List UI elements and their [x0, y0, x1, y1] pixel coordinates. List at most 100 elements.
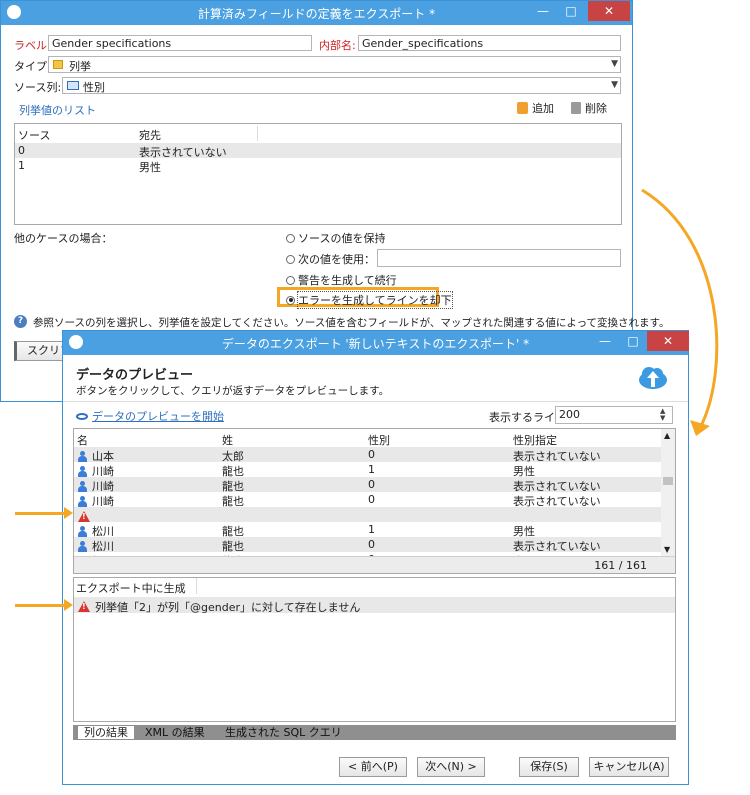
log-panel: エクスポート中に生成され... ! 列挙値「2」が列「@gender」に対して存… [73, 577, 676, 722]
table-header: ソース 宛先 [15, 126, 621, 143]
maximize-icon[interactable]: □ [557, 1, 585, 21]
cancel-button[interactable]: キャンセル(A) [589, 757, 669, 777]
grid-cell: 1 [368, 463, 375, 476]
preview-heading: データのプレビュー [76, 368, 194, 383]
data-export-window: データのエクスポート '新しいテキストのエクスポート' * — □ ✕ データの… [62, 330, 689, 785]
radio-use-value[interactable]: 次の値を使用： [286, 251, 375, 267]
header-divider [257, 126, 258, 141]
radio-keep-source[interactable]: ソースの値を保持 [286, 230, 385, 246]
window-titlebar[interactable]: データのエクスポート '新しいテキストのエクスポート' * — □ ✕ [63, 331, 689, 355]
grid-header: 名 姓 性別 性別指定 [74, 431, 675, 448]
header-separator [63, 401, 688, 402]
radio-dot[interactable] [286, 233, 295, 243]
column-header[interactable]: 宛先 [139, 127, 161, 143]
row-count: 161 / 161 [594, 559, 647, 572]
minimize-icon[interactable]: — [529, 1, 557, 21]
radio-reject-line[interactable]: エラーを生成してラインを却下 [286, 291, 453, 309]
source-cell: 0 [18, 144, 25, 157]
other-cases-label: 他のケースの場合： [14, 232, 113, 245]
type-select[interactable]: 列挙 ▼ [48, 56, 621, 73]
grid-cell: 0 [368, 493, 375, 506]
log-message: 列挙値「2」が列「@gender」に対して存在しません [95, 601, 361, 614]
scroll-down-icon[interactable]: ▼ [664, 545, 670, 554]
internal-name-caption: 内部名: [319, 39, 356, 52]
help-icon: ? [14, 315, 27, 328]
grid-cell: 0 [368, 538, 375, 551]
log-row[interactable]: ! 列挙値「2」が列「@gender」に対して存在しません [74, 597, 675, 614]
person-icon [78, 479, 87, 492]
internal-name-field[interactable]: Gender_specifications [358, 35, 621, 51]
annotation-arrow [15, 507, 73, 519]
table-row[interactable]: 1 男性 [15, 158, 621, 174]
radio-dot[interactable] [286, 254, 295, 264]
radio-dot[interactable] [286, 295, 295, 305]
window-titlebar[interactable]: 計算済みフィールドの定義をエクスポート * — □ ✕ [1, 1, 632, 25]
chevron-down-icon[interactable]: ▼ [611, 80, 618, 90]
grid-cell: 1 [368, 523, 375, 536]
enum-list-heading: 列挙値のリスト [19, 104, 96, 117]
log-header: エクスポート中に生成され... [74, 578, 197, 611]
preview-subheading: ボタンをクリックして、クエリが返すデータをプレビューします。 [76, 385, 390, 397]
radio-label: ソースの値を保持 [298, 232, 386, 245]
save-button[interactable]: 保存(S) [519, 757, 579, 777]
preview-grid: 名 姓 性別 性別指定 山本 太郎 0 表示されていない 川崎 龍也 1 男性 川崎 龍也 0 表示さ… [73, 428, 676, 574]
column-header[interactable]: 性別指定 [513, 432, 557, 448]
tab-column-results[interactable]: 列の結果 [77, 725, 135, 740]
add-icon [517, 102, 528, 114]
tab-bar: 列の結果 XML の結果 生成された SQL クエリ [73, 725, 676, 740]
radio-label: エラーを生成してラインを却下 [297, 291, 453, 309]
chevron-down-icon[interactable]: ▼ [611, 59, 618, 69]
type-caption: タイプ: [14, 60, 51, 73]
type-value: 列挙 [69, 60, 91, 73]
grid-cell: 0 [368, 448, 375, 461]
start-preview-link[interactable]: データのプレビューを開始 [76, 408, 224, 424]
column-header[interactable]: 名 [77, 432, 88, 448]
grid-footer: 161 / 161 [74, 556, 675, 573]
radio-generate-warning[interactable]: 警告を生成して続行 [286, 272, 397, 288]
tab-sql-query[interactable]: 生成された SQL クエリ [225, 725, 342, 740]
curved-arrow [641, 188, 719, 436]
add-button[interactable]: 追加 [517, 100, 554, 116]
radio-label: 次の値を使用： [298, 253, 375, 266]
table-row[interactable]: 0 表示されていない [15, 143, 621, 159]
trash-icon [571, 102, 581, 114]
use-value-field[interactable] [377, 249, 621, 267]
column-header[interactable]: 性別 [368, 432, 390, 448]
person-icon [78, 494, 87, 507]
table-row[interactable]: 川崎 龍也 1 男性 [74, 462, 675, 478]
table-row[interactable]: 山本 太郎 0 表示されていない [74, 447, 675, 463]
source-cell: 1 [18, 159, 25, 172]
source-column-caption: ソース列: [14, 81, 62, 94]
source-column-select[interactable]: 性別 ▼ [62, 77, 621, 94]
tab-label: 生成された SQL クエリ [225, 726, 342, 739]
table-row[interactable]: 川崎 龍也 0 表示されていない [74, 492, 675, 508]
column-header[interactable]: ソース [18, 127, 50, 143]
label-field[interactable]: Gender specifications [48, 35, 312, 51]
table-row[interactable]: 松川龍也0表示されていない [74, 537, 675, 553]
enum-table: ソース 宛先 0 表示されていない 1 男性 [14, 123, 622, 225]
person-icon [78, 524, 87, 537]
tab-xml-results[interactable]: XML の結果 [145, 725, 205, 740]
enum-icon [53, 60, 63, 69]
destination-cell: 男性 [139, 161, 161, 174]
column-header[interactable]: 姓 [222, 432, 233, 448]
delete-button[interactable]: 削除 [571, 100, 607, 116]
minimize-icon[interactable]: — [591, 331, 619, 351]
previous-button[interactable]: < 前へ(P) [339, 757, 407, 777]
tab-label: XML の結果 [145, 726, 205, 739]
close-icon[interactable]: ✕ [588, 1, 630, 21]
table-row[interactable]: 川崎 龍也 0 表示されていない [74, 477, 675, 493]
person-icon [78, 539, 87, 552]
start-preview-label: データのプレビューを開始 [92, 410, 224, 423]
column-icon [67, 81, 79, 90]
table-row[interactable]: 松川 龍也 1 男性 [74, 522, 675, 538]
table-row[interactable]: ! [74, 507, 675, 522]
radio-dot[interactable] [286, 275, 295, 285]
scroll-thumb[interactable] [663, 477, 673, 485]
person-icon [78, 449, 87, 462]
radio-label: 警告を生成して続行 [298, 274, 397, 287]
warning-icon: ! [78, 599, 90, 612]
source-column-value: 性別 [83, 81, 105, 94]
next-button[interactable]: 次へ(N) > [417, 757, 485, 777]
eye-icon [76, 412, 88, 420]
